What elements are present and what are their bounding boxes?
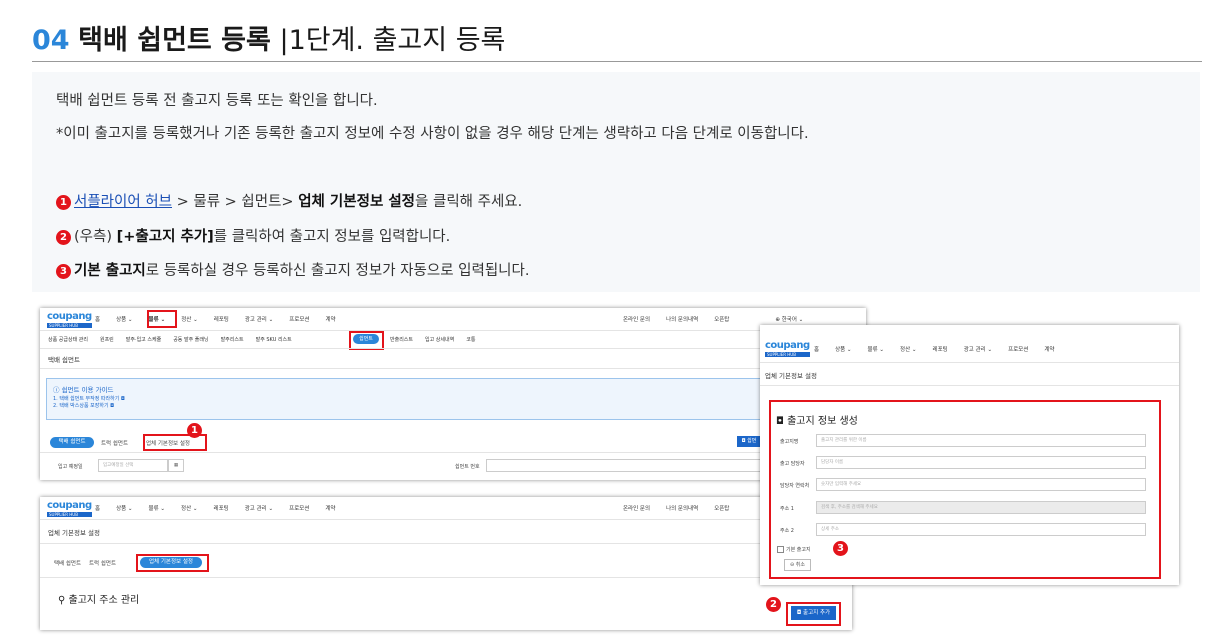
vendor-settings-highlight bbox=[136, 554, 209, 572]
filter-label: 입고 예정일 bbox=[58, 464, 83, 470]
address1-input[interactable]: 검색 후, 주소를 검색해 주세요 bbox=[816, 501, 1146, 514]
parcel-shipment-tab[interactable]: 택배 쉽먼트 bbox=[54, 559, 81, 567]
guide-link-1[interactable]: 1. 택배 쉽먼트 무작정 따라하기 ◘ bbox=[53, 395, 125, 402]
step-2-badge: 2 bbox=[56, 230, 71, 245]
coupang-logo: coupang SUPPLIER HUB bbox=[47, 500, 92, 517]
section-title: 택배 쉽먼트 등록 bbox=[78, 25, 271, 56]
form-title: ◘ 출고지 정보 생성 bbox=[776, 416, 858, 427]
top-nav-right: 온라인 문의 나의 문의내역 오픈탑 ⊕ 한국어 ⌄ bbox=[623, 317, 804, 323]
logistics-menu-highlight bbox=[147, 310, 177, 328]
sub-nav: 상품 공급상태 관리 원프린 발주·입고 스케쥴 공동 발주 플래닝 발주리스트 발주 S… bbox=[48, 337, 292, 343]
vendor-page-title: 업체 기본정보 설정 bbox=[48, 529, 100, 537]
shipment-number-input[interactable] bbox=[486, 459, 766, 472]
page-title: 04 택배 쉽먼트 등록 |1단계. 출고지 등록 bbox=[32, 18, 505, 57]
supplier-hub-link[interactable]: 서플라이어 허브 bbox=[74, 194, 172, 210]
intro-line-2: *이미 출고지를 등록했거나 기존 등록한 출고지 정보에 수정 사항이 없을 … bbox=[56, 126, 809, 142]
intro-line-1: 택배 쉽먼트 등록 전 출고지 등록 또는 확인을 합니다. bbox=[56, 93, 378, 109]
default-warehouse-label: 기본 출고지 bbox=[786, 547, 811, 553]
screenshot-shipment-page: coupang SUPPLIER HUB 홈 상품 ⌄ 물류 ⌄ 정산 ⌄ 레포팅 광고 … bbox=[40, 308, 866, 480]
coupang-logo: coupang SUPPLIER HUB bbox=[765, 340, 810, 357]
title-divider bbox=[32, 61, 1202, 62]
default-warehouse-checkbox[interactable] bbox=[777, 546, 784, 553]
calendar-icon[interactable]: ▦ bbox=[168, 459, 184, 472]
section-subtitle: 1단계. 출고지 등록 bbox=[288, 25, 506, 56]
parcel-shipment-tab[interactable]: 택배 쉽먼트 bbox=[50, 437, 94, 448]
step-3: 3 기본 출고지로 등록하실 경우 등록하신 출고지 정보가 자동으로 입력됩니다… bbox=[56, 259, 529, 280]
warehouse-name-input[interactable]: 출고지 관리를 위한 이름 bbox=[816, 434, 1146, 447]
inbound-date-input[interactable]: 입고예정일 선택 bbox=[98, 459, 168, 472]
shipment-page-title: 택배 쉽먼트 bbox=[48, 356, 80, 364]
title-separator: | bbox=[279, 25, 289, 56]
guide-link-2[interactable]: 2. 택배 박스상품 포장하기 ◘ bbox=[53, 402, 114, 409]
address2-input[interactable]: 상세 주소 bbox=[816, 523, 1146, 536]
guide-box: ⓘ 쉽먼트 이용 가이드 1. 택배 쉽먼트 무작정 따라하기 ◘ 2. 택배 … bbox=[46, 378, 862, 420]
manager-name-input[interactable]: 담당자 이름 bbox=[816, 456, 1146, 469]
coupang-logo: coupang SUPPLIER HUB bbox=[47, 311, 92, 328]
step-1: 1 서플라이어 허브 > 물류 > 쉽먼트> 업체 기본정보 설정을 클릭해 주세… bbox=[56, 190, 522, 211]
vendor-settings-highlight bbox=[143, 434, 207, 451]
shipment-number-label: 쉽먼트 번호 bbox=[455, 464, 480, 470]
callout-3: 3 bbox=[833, 541, 848, 556]
callout-2: 2 bbox=[766, 597, 781, 612]
manager-phone-input[interactable]: 숫자만 입력해 주세요 bbox=[816, 478, 1146, 491]
top-nav: 홈 상품 ⌄ 물류 ⌄ 정산 ⌄ 레포팅 광고 관리 ⌄ 프로모션 계약 bbox=[95, 317, 336, 323]
section-number: 04 bbox=[32, 25, 70, 56]
truck-shipment-tab[interactable]: 트럭 쉽먼트 bbox=[89, 559, 116, 567]
step-2: 2 (우측) [+출고지 추가]를 클릭하여 출고지 정보를 입력합니다. bbox=[56, 225, 450, 246]
top-nav-right: 온라인 문의 나의 문의내역 오픈탑 bbox=[623, 506, 730, 512]
vendor-page-title: 업체 기본정보 설정 bbox=[765, 372, 817, 380]
address-management-title: ⚲ 출고지 주소 관리 bbox=[58, 595, 140, 606]
cancel-button[interactable]: ⊖ 취소 bbox=[784, 559, 811, 571]
guide-title: ⓘ 쉽먼트 이용 가이드 bbox=[53, 386, 114, 394]
step-1-badge: 1 bbox=[56, 195, 71, 210]
screenshot-vendor-settings: coupang SUPPLIER HUB 홈 상품 ⌄ 물류 ⌄ 정산 ⌄ 레포팅 광고 … bbox=[40, 497, 852, 630]
screenshot-warehouse-form: coupang SUPPLIER HUB 홈 상품 ⌄ 물류 ⌄ 정산 ⌄ 레포팅 광고 … bbox=[760, 325, 1179, 585]
truck-shipment-tab[interactable]: 트럭 쉽먼트 bbox=[101, 439, 128, 447]
create-shipment-button[interactable]: ◘ 쉽먼 bbox=[737, 436, 761, 447]
add-warehouse-highlight bbox=[786, 602, 841, 626]
top-nav: 홈 상품 ⌄ 물류 ⌄ 정산 ⌄ 레포팅 광고 관리 ⌄ 프로모션 계약 bbox=[814, 347, 1055, 353]
top-nav: 홈 상품 ⌄ 물류 ⌄ 정산 ⌄ 레포팅 광고 관리 ⌄ 프로모션 계약 bbox=[95, 506, 336, 512]
step-3-badge: 3 bbox=[56, 264, 71, 279]
